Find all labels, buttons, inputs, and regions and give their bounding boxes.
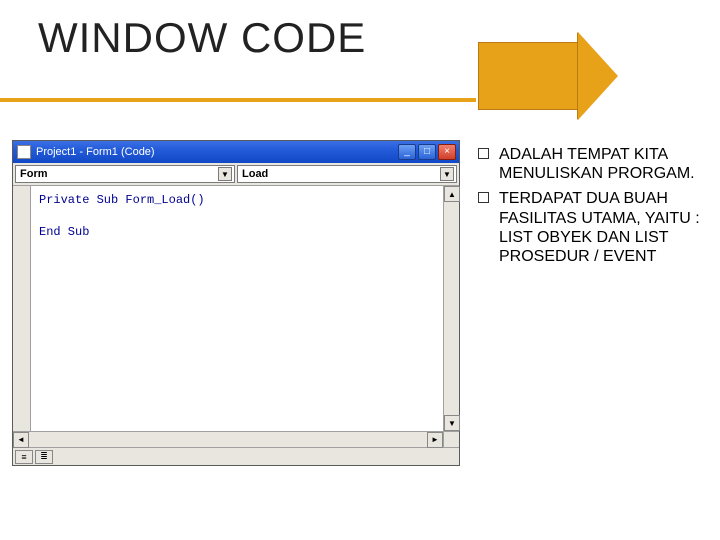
chevron-down-icon: ▼	[218, 167, 232, 181]
full-module-view-button[interactable]: ≣	[35, 450, 53, 464]
resize-grip[interactable]	[443, 431, 459, 447]
list-item: ADALAH TEMPAT KITA MENULISKAN PRORGAM.	[478, 145, 706, 183]
view-toggles: ≡ ≣	[13, 447, 459, 465]
bullet-list: ADALAH TEMPAT KITA MENULISKAN PRORGAM. T…	[478, 145, 706, 272]
titlebar[interactable]: Project1 - Form1 (Code) _ □ ×	[13, 141, 459, 163]
window-icon	[17, 145, 31, 159]
arrow-shape	[478, 32, 618, 120]
code-text: Private Sub Form_Load() End Sub	[39, 192, 205, 240]
code-window: Project1 - Form1 (Code) _ □ × Form ▼ Loa…	[12, 140, 460, 466]
maximize-button[interactable]: □	[418, 144, 436, 160]
scroll-down-icon[interactable]: ▼	[444, 415, 460, 431]
procedure-view-button[interactable]: ≡	[15, 450, 33, 464]
slide-title: WINDOW CODE	[38, 14, 366, 62]
bullet-icon	[478, 192, 489, 203]
minimize-button[interactable]: _	[398, 144, 416, 160]
accent-bar	[0, 98, 476, 102]
bullet-icon	[478, 148, 489, 159]
code-margin	[13, 186, 31, 447]
scroll-right-icon[interactable]: ►	[427, 432, 443, 448]
object-combobox[interactable]: Form ▼	[15, 165, 235, 183]
bullet-text: TERDAPAT DUA BUAH FASILITAS UTAMA, YAITU…	[499, 189, 706, 266]
list-item: TERDAPAT DUA BUAH FASILITAS UTAMA, YAITU…	[478, 189, 706, 266]
horizontal-scrollbar[interactable]: ◄ ►	[13, 431, 443, 447]
scroll-left-icon[interactable]: ◄	[13, 432, 29, 448]
code-area[interactable]: Private Sub Form_Load() End Sub ▲ ▼ ◄ ►	[13, 185, 459, 447]
procedure-combobox[interactable]: Load ▼	[237, 165, 457, 183]
chevron-down-icon: ▼	[440, 167, 454, 181]
bullet-text: ADALAH TEMPAT KITA MENULISKAN PRORGAM.	[499, 145, 706, 183]
window-title: Project1 - Form1 (Code)	[36, 146, 155, 158]
procedure-combo-value: Load	[242, 168, 268, 180]
vertical-scrollbar[interactable]: ▲ ▼	[443, 186, 459, 431]
object-combo-value: Form	[20, 168, 48, 180]
close-button[interactable]: ×	[438, 144, 456, 160]
scroll-up-icon[interactable]: ▲	[444, 186, 460, 202]
